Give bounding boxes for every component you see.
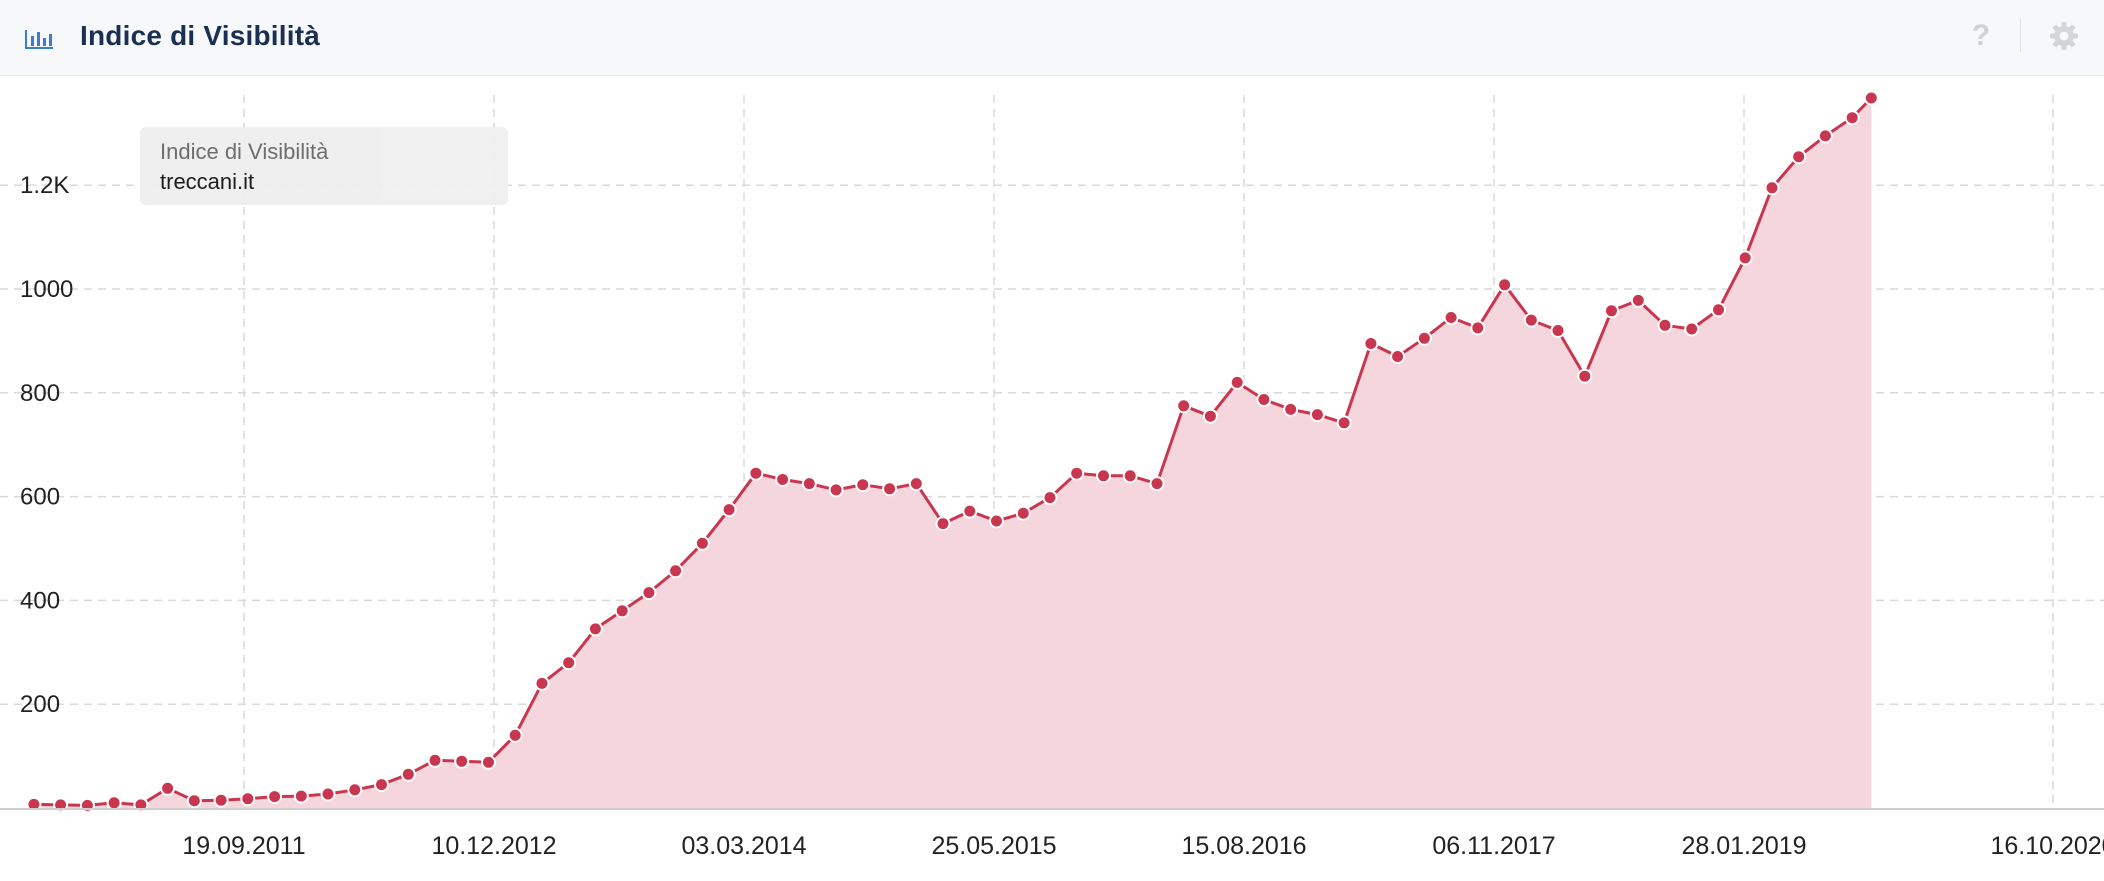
data-point[interactable] xyxy=(1416,330,1432,346)
data-point[interactable] xyxy=(454,753,470,769)
x-tick-label: 25.05.2015 xyxy=(931,832,1056,860)
tooltip-domain: treccani.it xyxy=(160,169,255,194)
data-point[interactable] xyxy=(1684,321,1700,337)
x-tick-label: 06.11.2017 xyxy=(1432,832,1555,860)
data-point[interactable] xyxy=(721,502,737,518)
data-point[interactable] xyxy=(1390,349,1406,364)
data-point[interactable] xyxy=(186,793,202,809)
data-point[interactable] xyxy=(1015,505,1031,521)
widget-title: Indice di Visibilità xyxy=(80,20,320,51)
data-point[interactable] xyxy=(1817,128,1833,144)
data-point[interactable] xyxy=(106,795,122,811)
tooltip-title: Indice di Visibilità xyxy=(160,139,329,164)
data-point[interactable] xyxy=(1737,250,1753,266)
data-point[interactable] xyxy=(1711,302,1726,318)
data-point[interactable] xyxy=(1336,415,1352,431)
data-point[interactable] xyxy=(1149,476,1165,492)
data-point[interactable] xyxy=(935,516,951,532)
header-divider xyxy=(2020,18,2021,52)
data-point[interactable] xyxy=(1497,277,1513,293)
data-point[interactable] xyxy=(801,476,817,492)
data-point[interactable] xyxy=(1309,407,1325,423)
data-point[interactable] xyxy=(1283,401,1299,417)
data-point[interactable] xyxy=(748,465,764,481)
data-point[interactable] xyxy=(1550,323,1566,338)
x-tick-label: 03.03.2014 xyxy=(681,832,806,860)
data-point[interactable] xyxy=(561,655,577,671)
data-point[interactable] xyxy=(481,754,496,770)
y-tick-label: 1000 xyxy=(20,276,73,303)
x-tick-label: 28.01.2019 xyxy=(1681,832,1806,860)
data-point[interactable] xyxy=(534,675,550,691)
data-point[interactable] xyxy=(213,792,229,808)
data-point[interactable] xyxy=(1791,149,1807,165)
data-point[interactable] xyxy=(1229,374,1245,390)
data-point[interactable] xyxy=(240,791,256,807)
data-point[interactable] xyxy=(614,603,630,619)
data-point[interactable] xyxy=(668,563,684,579)
data-point[interactable] xyxy=(1523,312,1539,328)
y-tick-label: 200 xyxy=(20,691,60,718)
data-point[interactable] xyxy=(641,585,657,601)
data-point[interactable] xyxy=(1069,465,1085,481)
y-tick-label: 1.2K xyxy=(20,172,69,199)
data-point[interactable] xyxy=(1764,180,1780,196)
y-tick-label: 600 xyxy=(20,484,60,511)
data-point[interactable] xyxy=(1844,110,1860,126)
gear-icon[interactable] xyxy=(2046,18,2082,54)
chart-tooltip: Indice di Visibilità treccani.it xyxy=(140,127,508,205)
data-point[interactable] xyxy=(1042,490,1058,506)
data-point[interactable] xyxy=(694,535,710,551)
x-tick-label: 15.08.2016 xyxy=(1181,832,1306,860)
data-point[interactable] xyxy=(293,788,309,804)
bar-chart-icon xyxy=(25,30,53,49)
data-point[interactable] xyxy=(267,789,283,805)
data-point[interactable] xyxy=(855,477,871,493)
data-point[interactable] xyxy=(1122,468,1138,484)
y-tick-label: 400 xyxy=(20,587,60,614)
help-icon[interactable]: ? xyxy=(1966,18,1996,54)
x-tick-label: 19.09.2011 xyxy=(182,832,305,860)
data-point[interactable] xyxy=(1202,408,1218,424)
data-point[interactable] xyxy=(507,727,523,743)
data-point[interactable] xyxy=(1443,310,1459,325)
data-point[interactable] xyxy=(1176,398,1192,414)
data-point[interactable] xyxy=(1657,317,1673,333)
y-tick-label: 800 xyxy=(20,380,60,407)
data-point[interactable] xyxy=(828,482,844,498)
x-tick-label: 10.12.2012 xyxy=(431,832,556,860)
data-point[interactable] xyxy=(1470,320,1486,336)
data-point[interactable] xyxy=(989,513,1004,529)
data-point[interactable] xyxy=(882,481,898,497)
data-point[interactable] xyxy=(374,777,389,793)
data-point[interactable] xyxy=(775,472,791,487)
data-point[interactable] xyxy=(962,503,978,519)
data-point[interactable] xyxy=(427,752,443,768)
data-point[interactable] xyxy=(320,786,336,802)
x-tick-label: 16.10.2020 xyxy=(1990,832,2104,860)
data-point[interactable] xyxy=(1096,468,1111,484)
data-point[interactable] xyxy=(1630,292,1646,308)
widget-header: Indice di Visibilità ? xyxy=(0,0,2104,76)
data-point[interactable] xyxy=(1604,303,1619,319)
data-point[interactable] xyxy=(908,476,924,492)
data-point[interactable] xyxy=(587,621,603,637)
data-point[interactable] xyxy=(347,782,363,798)
data-point[interactable] xyxy=(1577,368,1593,384)
data-point[interactable] xyxy=(1256,392,1272,407)
data-point[interactable] xyxy=(400,766,416,782)
data-point[interactable] xyxy=(1363,336,1379,351)
data-point[interactable] xyxy=(1863,90,1879,106)
data-point[interactable] xyxy=(160,780,176,796)
